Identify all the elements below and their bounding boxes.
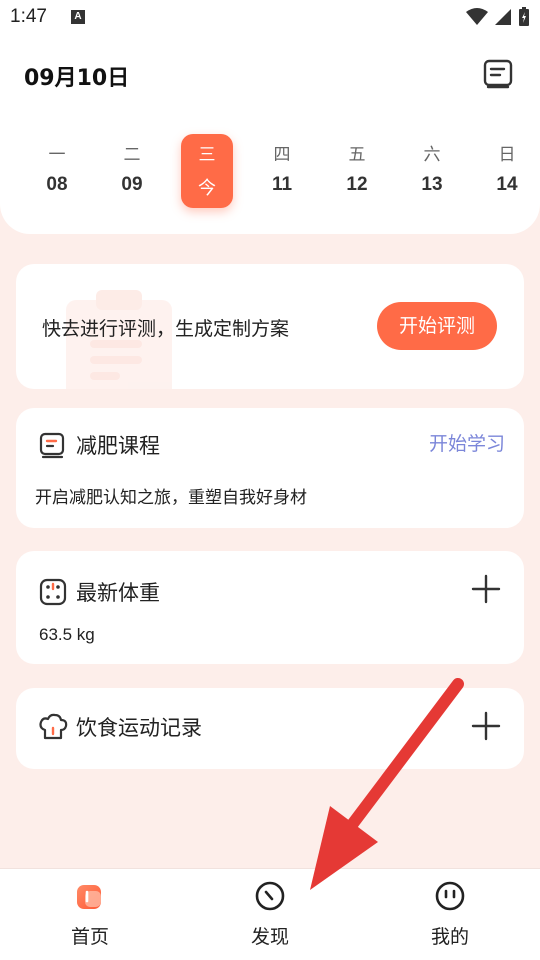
compass-icon [255, 881, 285, 911]
book-icon [39, 432, 65, 459]
status-bar: 1:47 A [0, 0, 540, 36]
day-number: 今 [198, 178, 216, 198]
week-strip: 一 08 二 09 三 今 四 11 五 12 六 13 日 14 [0, 132, 540, 212]
day-number: 08 [46, 174, 68, 195]
evaluation-card: 快去进行评测，生成定制方案 开始评测 [16, 264, 524, 389]
add-weight-icon[interactable] [470, 573, 502, 605]
weekday-label: 二 [123, 145, 141, 165]
home-icon [77, 885, 101, 909]
weekday-label: 四 [273, 145, 291, 165]
day-item[interactable]: 六 13 [406, 134, 458, 208]
day-number: 12 [346, 174, 368, 195]
diet-title: 饮食运动记录 [76, 716, 202, 740]
wifi-icon [466, 8, 488, 25]
signal-icon [495, 9, 511, 25]
weight-card[interactable]: 最新体重 63.5 kg [16, 551, 524, 664]
day-item[interactable]: 二 09 [106, 134, 158, 208]
weight-value: 63.5 kg [39, 625, 95, 644]
day-number: 11 [271, 174, 293, 195]
status-icons [466, 7, 530, 27]
day-number: 13 [421, 174, 443, 195]
scale-icon [39, 578, 67, 606]
nav-home-label: 首页 [70, 926, 109, 948]
calendar-list-icon[interactable] [482, 58, 514, 90]
weekday-label: 五 [348, 145, 366, 165]
day-item[interactable]: 五 12 [331, 134, 383, 208]
add-record-icon[interactable] [470, 710, 502, 742]
header: 09月10日 一 08 二 09 三 今 四 11 五 12 六 13 日 14 [0, 36, 540, 234]
nav-home[interactable]: 首页 [0, 869, 180, 960]
day-item[interactable]: 一 08 [31, 134, 83, 208]
course-card[interactable]: 减肥课程 开始学习 开启减肥认知之旅，重塑自我好身材 [16, 408, 524, 528]
weekday-label: 六 [423, 145, 441, 165]
weekday-label: 三 [198, 145, 216, 165]
day-number: 14 [496, 174, 518, 195]
course-title: 减肥课程 [76, 434, 160, 458]
weekday-label: 日 [498, 145, 516, 165]
nav-discover-label: 发现 [250, 926, 289, 948]
chef-hat-icon [39, 713, 68, 740]
weight-title: 最新体重 [76, 581, 160, 605]
day-number: 09 [121, 174, 143, 195]
battery-icon [519, 7, 529, 26]
start-evaluation-button[interactable]: 开始评测 [377, 302, 497, 350]
start-learning-link[interactable]: 开始学习 [429, 429, 505, 456]
page-title: 09月10日 [24, 66, 130, 91]
status-time: 1:47 [10, 6, 47, 27]
day-item-today[interactable]: 三 今 [181, 134, 233, 208]
day-item[interactable]: 日 14 [481, 134, 533, 208]
course-subtitle: 开启减肥认知之旅，重塑自我好身材 [35, 488, 307, 508]
nav-mine-label: 我的 [430, 926, 469, 948]
notification-icon: A [71, 10, 85, 24]
evaluation-prompt: 快去进行评测，生成定制方案 [42, 318, 290, 340]
day-item[interactable]: 四 11 [256, 134, 308, 208]
weekday-label: 一 [48, 145, 66, 165]
annotation-arrow [310, 678, 464, 890]
